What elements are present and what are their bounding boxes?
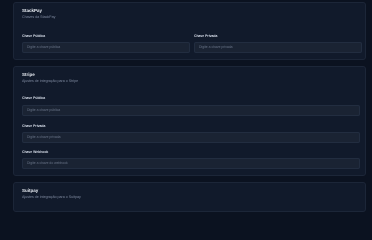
stripe-webhook-key-placeholder: Digite a chave do webhook [27,161,68,165]
stripe-description: Ajustes de integração para o Stripe [22,79,79,83]
stripe-webhook-key-input[interactable]: Digite a chave do webhook [22,158,360,169]
suitpay-description: Ajustes de integração para o Suitpay [22,195,81,199]
stripe-card: Stripe Ajustes de integração para o Stri… [13,66,366,176]
stackpay-card: StackPay Chaves da StackPay Chave Públic… [13,2,366,60]
stackpay-private-key-input[interactable]: Digite a chave privada [194,42,362,53]
stripe-public-key-label: Chave Pública [22,96,46,100]
stripe-public-key-input[interactable]: Digite a chave pública [22,105,360,116]
suitpay-card: Suitpay Ajustes de integração para o Sui… [13,182,366,212]
stackpay-public-key-label: Chave Pública [22,34,46,38]
stripe-private-key-label: Chave Privada [22,124,46,128]
stackpay-private-key-placeholder: Digite a chave privada [199,45,233,49]
stackpay-private-key-label: Chave Privada [194,34,218,38]
suitpay-title: Suitpay [22,188,39,193]
stackpay-title: StackPay [22,8,43,13]
stackpay-public-key-placeholder: Digite a chave pública [27,45,61,49]
stripe-webhook-key-label: Chave Webhook [22,150,49,154]
stripe-public-key-placeholder: Digite a chave pública [27,108,61,112]
stripe-title: Stripe [22,72,35,77]
stackpay-public-key-input[interactable]: Digite a chave pública [22,42,190,53]
stripe-private-key-placeholder: Digite a chave privada [27,135,61,139]
settings-page: StackPay Chaves da StackPay Chave Públic… [0,0,372,212]
stackpay-description: Chaves da StackPay [22,15,56,19]
stripe-private-key-input[interactable]: Digite a chave privada [22,132,360,143]
